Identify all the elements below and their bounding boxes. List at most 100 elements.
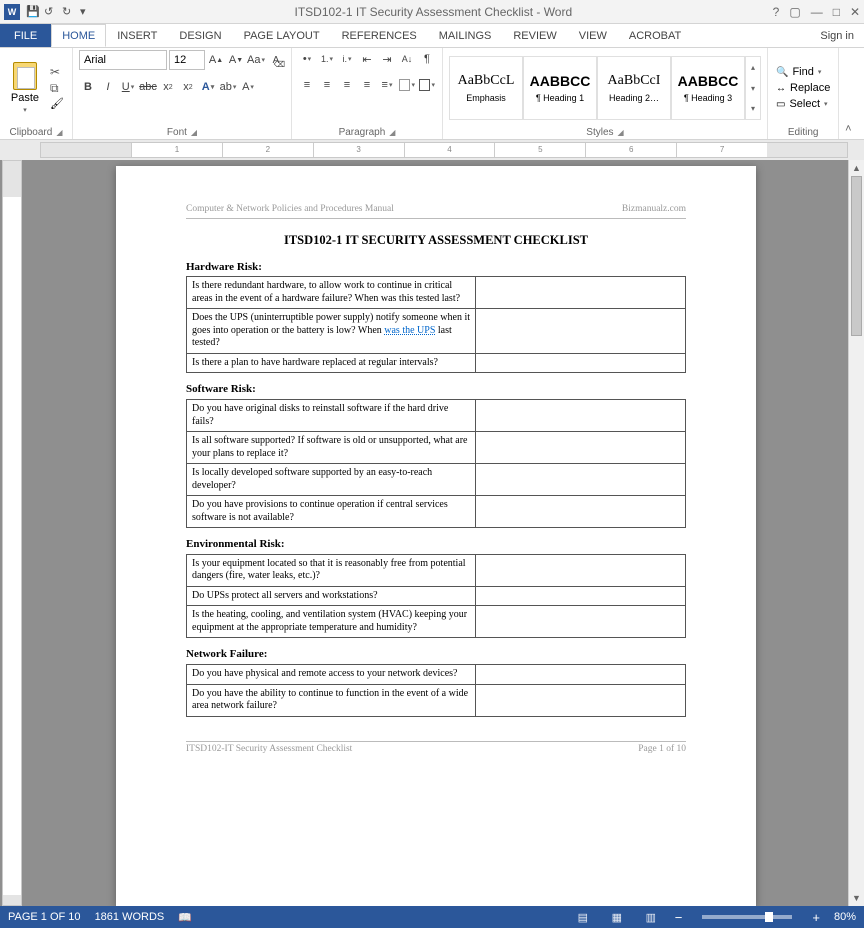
collapse-ribbon-icon[interactable]: ˄ (839, 48, 857, 139)
font-launcher-icon[interactable]: ◢ (191, 128, 197, 137)
answer-cell (476, 277, 686, 309)
maximize-icon[interactable]: □ (833, 5, 840, 19)
clipboard-launcher-icon[interactable]: ◢ (56, 128, 62, 137)
paste-icon (13, 62, 37, 90)
scroll-down-icon[interactable]: ▼ (849, 890, 864, 906)
group-styles: AaBbCcL Emphasis AABBCC ¶ Heading 1 AaBb… (443, 48, 768, 139)
shading-button[interactable] (398, 76, 416, 94)
grow-font-button[interactable]: A▲ (207, 51, 225, 69)
status-proofing-icon[interactable]: 📖 (178, 911, 192, 924)
decrease-indent-button[interactable] (358, 50, 376, 68)
zoom-out-button[interactable]: − (675, 910, 683, 925)
increase-indent-button[interactable] (378, 50, 396, 68)
tab-references[interactable]: REFERENCES (331, 24, 428, 47)
page-canvas[interactable]: Computer & Network Policies and Procedur… (24, 160, 848, 906)
show-marks-button[interactable] (418, 50, 436, 68)
shrink-font-button[interactable]: A▼ (227, 51, 245, 69)
view-web-layout-icon[interactable]: ▥ (641, 909, 661, 925)
scroll-track[interactable] (849, 176, 864, 890)
paragraph-launcher-icon[interactable]: ◢ (389, 128, 395, 137)
replace-button[interactable]: Replace (774, 81, 832, 95)
font-size-combo[interactable]: 12 (169, 50, 205, 70)
superscript-button[interactable]: x2 (179, 78, 197, 96)
tab-home[interactable]: HOME (51, 24, 106, 47)
subscript-button[interactable]: x2 (159, 78, 177, 96)
style-heading1[interactable]: AABBCC ¶ Heading 1 (523, 56, 597, 120)
zoom-in-button[interactable]: + (812, 910, 820, 925)
table-row: Do you have the ability to continue to f… (187, 684, 686, 716)
select-button[interactable]: Select▾ (774, 97, 832, 111)
header-right: Bizmanualz.com (622, 204, 686, 216)
justify-button[interactable] (358, 76, 376, 94)
section-title: Software Risk: (186, 383, 686, 397)
tab-page-layout[interactable]: PAGE LAYOUT (233, 24, 331, 47)
section-title: Network Failure: (186, 648, 686, 662)
underline-button[interactable]: U (119, 78, 137, 96)
paste-button[interactable]: Paste ▾ (6, 62, 44, 114)
tab-acrobat[interactable]: ACROBAT (618, 24, 692, 47)
style-preview: AaBbCcI (608, 73, 661, 89)
borders-button[interactable] (418, 76, 436, 94)
tab-review[interactable]: REVIEW (502, 24, 567, 47)
sort-button[interactable] (398, 50, 416, 68)
font-color-button[interactable]: A (239, 78, 257, 96)
italic-button[interactable]: I (99, 78, 117, 96)
styles-launcher-icon[interactable]: ◢ (618, 128, 624, 137)
scroll-up-icon[interactable]: ▲ (849, 160, 864, 176)
align-left-button[interactable] (298, 76, 316, 94)
minimize-icon[interactable]: — (811, 5, 823, 19)
vertical-scrollbar[interactable]: ▲ ▼ (848, 160, 864, 906)
question-cell: Do you have physical and remote access t… (187, 665, 476, 685)
align-right-button[interactable] (338, 76, 356, 94)
status-page[interactable]: PAGE 1 OF 10 (8, 911, 81, 923)
ribbon-options-icon[interactable]: ▢ (789, 5, 800, 19)
section-title: Environmental Risk: (186, 538, 686, 552)
strikethrough-button[interactable]: abc (139, 78, 157, 96)
tab-design[interactable]: DESIGN (168, 24, 232, 47)
line-spacing-button[interactable] (378, 76, 396, 94)
style-heading3[interactable]: AABBCC ¶ Heading 3 (671, 56, 745, 120)
ruler-vertical[interactable] (2, 160, 22, 906)
qat-customize-icon[interactable]: ▾ (80, 5, 94, 19)
view-print-layout-icon[interactable]: ▦ (607, 909, 627, 925)
question-cell: Is the heating, cooling, and ventilation… (187, 606, 476, 638)
table-row: Do you have physical and remote access t… (187, 665, 686, 685)
tab-file[interactable]: FILE (0, 24, 51, 47)
zoom-level[interactable]: 80% (834, 911, 856, 923)
style-emphasis[interactable]: AaBbCcL Emphasis (449, 56, 523, 120)
align-center-button[interactable] (318, 76, 336, 94)
zoom-knob[interactable] (765, 912, 773, 922)
font-name-combo[interactable]: Arial (79, 50, 167, 70)
bullets-button[interactable] (298, 50, 316, 68)
change-case-button[interactable]: Aa (247, 51, 265, 69)
view-read-mode-icon[interactable]: ▤ (573, 909, 593, 925)
tab-mailings[interactable]: MAILINGS (428, 24, 503, 47)
document-title: ITSD102-1 IT SECURITY ASSESSMENT CHECKLI… (186, 233, 686, 249)
multilevel-list-button[interactable] (338, 50, 356, 68)
scroll-thumb[interactable] (851, 176, 862, 336)
help-icon[interactable]: ? (773, 5, 780, 19)
sign-in-link[interactable]: Sign in (810, 24, 864, 47)
tab-view[interactable]: VIEW (568, 24, 618, 47)
save-icon[interactable]: 💾 (26, 5, 40, 19)
numbering-button[interactable] (318, 50, 336, 68)
copy-icon[interactable] (50, 81, 66, 95)
format-painter-icon[interactable] (50, 97, 66, 111)
styles-more[interactable]: ▴ ▾ ▾ (745, 56, 761, 120)
borders-icon (419, 79, 430, 91)
section-title: Hardware Risk: (186, 261, 686, 275)
highlight-button[interactable]: ab (219, 78, 237, 96)
close-icon[interactable]: ✕ (850, 5, 860, 19)
clear-formatting-button[interactable] (267, 51, 285, 69)
status-words[interactable]: 1861 WORDS (95, 911, 165, 923)
zoom-slider[interactable] (702, 915, 792, 919)
cut-icon[interactable] (50, 65, 66, 79)
tab-insert[interactable]: INSERT (106, 24, 168, 47)
find-button[interactable]: Find▾ (774, 65, 832, 79)
undo-icon[interactable]: ↺ (44, 5, 58, 19)
text-effects-button[interactable]: A (199, 78, 217, 96)
redo-icon[interactable]: ↻ (62, 5, 76, 19)
ruler-horizontal[interactable]: 1 2 3 4 5 6 7 (40, 142, 848, 158)
style-heading2[interactable]: AaBbCcI Heading 2… (597, 56, 671, 120)
bold-button[interactable]: B (79, 78, 97, 96)
